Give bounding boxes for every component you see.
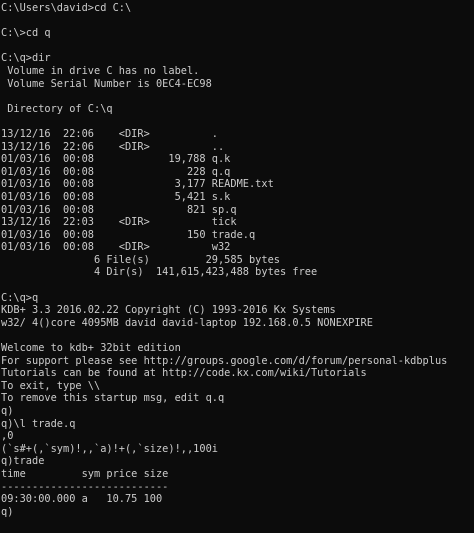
console-line: 01/03/16 00:08 19,788 q.k — [1, 153, 231, 166]
console-line: To exit, type \\ — [1, 379, 101, 392]
console-output[interactable]: C:\Users\david>cd C:\ C:\>cd q C:\q>dir … — [0, 0, 474, 533]
console-line: KDB+ 3.3 2016.02.22 Copyright (C) 1993-2… — [1, 304, 336, 317]
console-line: 01/03/16 00:08 821 sp.q — [1, 203, 237, 216]
console-line: 01/03/16 00:08 150 trade.q — [1, 228, 256, 241]
console-line: 01/03/16 00:08 5,421 s.k — [1, 190, 231, 203]
console-line: To remove this startup msg, edit q.q — [1, 392, 225, 405]
console-line: 01/03/16 00:08 <DIR> w32 — [1, 241, 231, 254]
console-line: For support please see http://groups.goo… — [1, 354, 448, 367]
console-line: Welcome to kdb+ 32bit edition — [1, 342, 181, 355]
console-line: 01/03/16 00:08 3,177 README.txt — [1, 178, 274, 191]
console-line: q) — [1, 405, 14, 417]
console-line: ,0 — [1, 430, 14, 443]
console-line: Directory of C:\q — [1, 102, 113, 115]
console-line: --------------------------- — [1, 480, 169, 493]
console-line: q)trade — [1, 455, 45, 468]
console-line: time sym price size — [1, 467, 169, 480]
console-line: 01/03/16 00:08 228 q.q — [1, 165, 231, 178]
console-line: (`s#+(,`sym)!,,`a)!+(,`size)!,,100i — [1, 442, 218, 455]
console-line: q)\l trade.q — [1, 417, 76, 430]
console-line: 13/12/16 22:06 <DIR> . — [1, 127, 218, 140]
console-line: C:\q>q — [1, 291, 39, 304]
console-line: Volume in drive C has no label. — [1, 64, 200, 77]
console-line: 13/12/16 22:03 <DIR> tick — [1, 216, 237, 229]
console-line: 4 Dir(s) 141,615,423,488 bytes free — [1, 266, 318, 279]
console-line: Tutorials can be found at http://code.kx… — [1, 367, 367, 380]
console-line: 09:30:00.000 a 10.75 100 — [1, 493, 163, 506]
console-line: w32/ 4()core 4095MB david david-laptop 1… — [1, 316, 373, 329]
console-prompt[interactable]: q) — [1, 506, 474, 519]
console-line: 13/12/16 22:06 <DIR> .. — [1, 140, 225, 153]
console-line: C:\q>dir — [1, 52, 51, 65]
console-line: Volume Serial Number is 0EC4-EC98 — [1, 77, 212, 90]
console-line: C:\>cd q — [1, 27, 51, 40]
console-line: 6 File(s) 29,585 bytes — [1, 253, 280, 266]
console-line: C:\Users\david>cd C:\ — [1, 2, 132, 14]
